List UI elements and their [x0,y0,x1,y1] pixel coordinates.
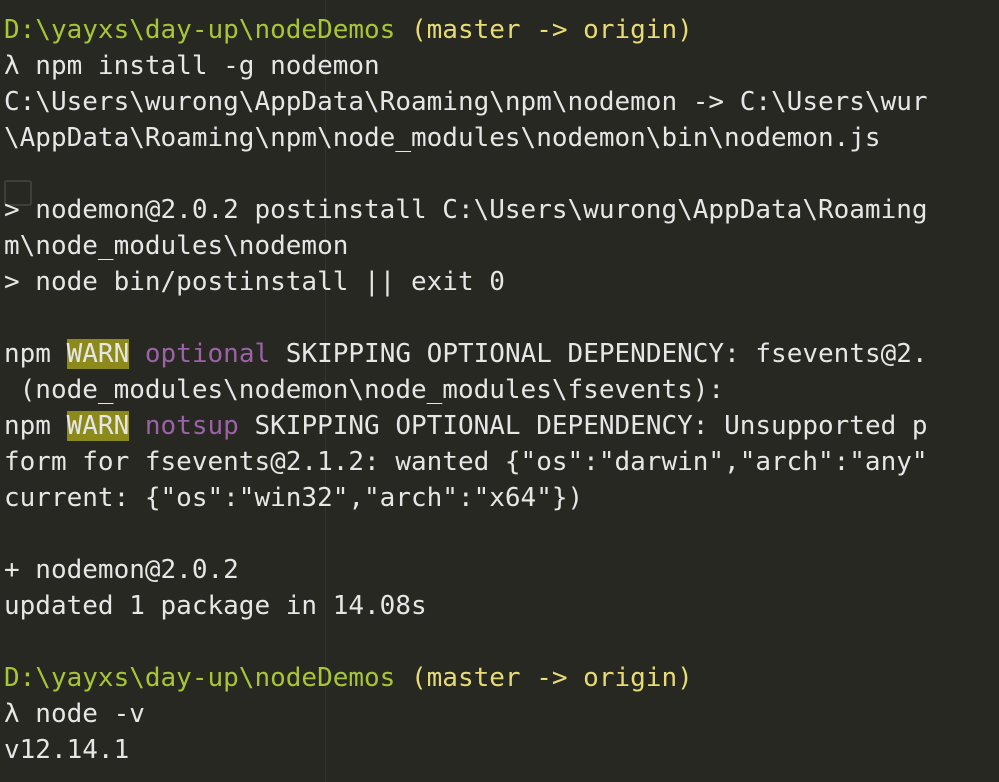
output-line: > nodemon@2.0.2 postinstall C:\Users\wur… [4,195,928,225]
output-line: m\node_modules\nodemon [4,231,349,261]
terminal-output: D:\yayxs\day-up\nodeDemos (master -> ori… [4,12,928,768]
warn-prefix: npm [4,339,67,369]
output-line: > node bin/postinstall || exit 0 [4,267,505,297]
output-line: current: {"os":"win32","arch":"x64"}) [4,483,584,513]
warn-kind: notsup [129,411,239,441]
prompt-branch: (master -> origin) [395,663,693,693]
prompt-branch: (master -> origin) [395,15,693,45]
output-line: updated 1 package in 14.08s [4,591,427,621]
output-line: + nodemon@2.0.2 [4,555,239,585]
prompt-path: D:\yayxs\day-up\nodeDemos [4,15,396,45]
warn-prefix: npm [4,411,67,441]
output-line: (node_modules\nodemon\node_modules\fseve… [4,375,725,405]
output-line: \AppData\Roaming\npm\node_modules\nodemo… [4,123,881,153]
prompt-path: D:\yayxs\day-up\nodeDemos [4,663,396,693]
command-line: λ node -v [4,699,145,729]
warn-message: SKIPPING OPTIONAL DEPENDENCY: Unsupporte… [238,411,928,441]
prompt-line: D:\yayxs\day-up\nodeDemos (master -> ori… [4,12,928,48]
output-line: C:\Users\wurong\AppData\Roaming\npm\node… [4,87,928,117]
terminal-window[interactable]: D:\yayxs\day-up\nodeDemos (master -> ori… [0,0,999,782]
warn-badge: WARN [66,411,130,441]
command-line: λ npm install -g nodemon [4,51,380,81]
warn-badge: WARN [66,339,130,369]
output-line: form for fsevents@2.1.2: wanted {"os":"d… [4,447,928,477]
warn-message: SKIPPING OPTIONAL DEPENDENCY: fsevents@2… [270,339,928,369]
prompt-line: D:\yayxs\day-up\nodeDemos (master -> ori… [4,660,928,696]
warn-line: npm WARN optional SKIPPING OPTIONAL DEPE… [4,336,928,372]
warn-kind: optional [129,339,271,369]
output-line: v12.14.1 [4,735,130,765]
warn-line: npm WARN notsup SKIPPING OPTIONAL DEPEND… [4,408,928,444]
